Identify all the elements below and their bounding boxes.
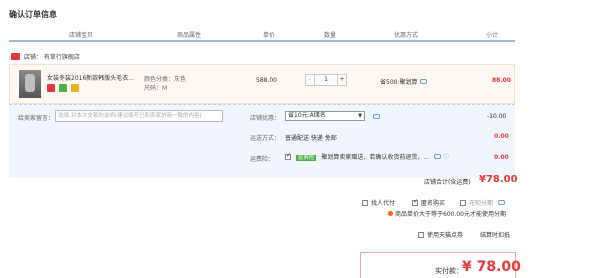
col-header-price: 单价 xyxy=(263,32,276,39)
badge-icon xyxy=(70,84,79,92)
anonymous-checkbox[interactable] xyxy=(412,198,418,206)
option-installment[interactable]: 花呗分期 xyxy=(460,198,505,207)
product-thumbnail[interactable] xyxy=(19,70,41,98)
chevron-down-icon: ▼ xyxy=(358,113,362,119)
installment-label: 花呗分期 xyxy=(469,200,494,207)
chat-icon[interactable] xyxy=(434,154,442,159)
tmall-points-checkbox[interactable] xyxy=(418,232,424,238)
col-header-subtotal: 小计 xyxy=(486,32,499,39)
option-anonymous[interactable]: 匿名购买 xyxy=(412,198,445,207)
table-header: 店铺宝贝 商品属性 单价 数量 优惠方式 小计 xyxy=(9,26,515,42)
insurance-row: 运费险 聚划算卖家赠送，若确认收货前退货，... ⓘ xyxy=(285,152,449,161)
shop-total-label: 店铺合计(含运费) xyxy=(424,179,471,186)
proxy-pay-checkbox[interactable] xyxy=(362,200,368,206)
coupon-select[interactable]: 省10元:A储名 ▼ xyxy=(285,111,365,121)
option-proxy-pay[interactable]: 找人代付 xyxy=(362,198,395,207)
badge-icon xyxy=(58,84,67,92)
shop-total-value: ¥78.00 xyxy=(479,174,518,185)
final-payment-value: ¥ 78.00 xyxy=(462,259,521,275)
chat-icon[interactable] xyxy=(420,79,428,84)
col-header-promotion: 优惠方式 xyxy=(394,32,419,39)
product-name[interactable]: 女装冬装2016新款韩版头毛衣... xyxy=(47,73,137,82)
item-row xyxy=(9,64,515,104)
chat-icon[interactable] xyxy=(497,200,505,205)
badge-icon xyxy=(47,84,55,92)
item-subtotal: 88.00 xyxy=(492,77,511,84)
tmall-points-label: 使用天猫点券 xyxy=(427,232,464,239)
message-input[interactable]: 选填:对本次交易的说明(建议填写已和卖家协商一致的内容) xyxy=(55,110,223,122)
col-header-attributes: 商品属性 xyxy=(177,32,202,39)
quantity-stepper: -1 + xyxy=(305,74,347,86)
shipping-method: 普通配送 快递 免邮 xyxy=(285,135,337,142)
coupon-amount: -10.00 xyxy=(487,113,507,120)
product-size: 尺码：M xyxy=(144,85,168,92)
shop-line: 店铺： 有草行旗舰店 xyxy=(11,52,80,61)
warning-text: 商品单价大于等于600.00元才能使用分期 xyxy=(395,211,506,218)
installment-warning: 商品单价大于等于600.00元才能使用分期 xyxy=(388,209,506,218)
page-title: 确认订单信息 xyxy=(9,10,57,19)
split-settlement: 结算时扣抵 xyxy=(480,232,511,239)
product-color: 颜色分类：灰色 xyxy=(144,76,187,83)
item-promotion-text: 省500:聚划算 xyxy=(380,79,418,86)
shipping-label: 运送方式： xyxy=(250,135,281,142)
qty-minus-button[interactable]: - xyxy=(305,74,315,86)
unit-price: 588.00 xyxy=(256,77,277,84)
insurance-amount: 0.00 xyxy=(494,154,509,161)
warning-icon xyxy=(388,211,393,216)
shop-icon xyxy=(11,53,20,60)
option-tmall-points[interactable]: 使用天猫点券 xyxy=(418,230,463,239)
insurance-tag: 运费险 xyxy=(295,155,317,161)
chat-icon[interactable] xyxy=(373,114,380,119)
coupon-select-value: 省10元:A储名 xyxy=(288,112,326,119)
installment-checkbox[interactable] xyxy=(460,200,466,206)
coupon-label: 店铺优惠： xyxy=(250,115,281,122)
col-header-items: 店铺宝贝 xyxy=(69,32,94,39)
final-payment-label: 实付款： xyxy=(435,267,463,275)
insurance-checkbox[interactable] xyxy=(285,152,291,160)
shop-name[interactable]: 有草行旗舰店 xyxy=(44,54,80,61)
insurance-label: 运费险： xyxy=(250,156,275,163)
anonymous-label: 匿名购买 xyxy=(421,200,446,207)
insurance-text: 聚划算卖家赠送，若确认收货前退货，... xyxy=(321,154,430,161)
qty-plus-button[interactable]: + xyxy=(337,74,347,86)
message-label: 给卖家留言： xyxy=(18,115,55,122)
help-icon[interactable]: ⓘ xyxy=(443,154,449,161)
shop-label: 店铺： xyxy=(23,54,42,61)
proxy-pay-label: 找人代付 xyxy=(371,200,396,207)
col-header-quantity: 数量 xyxy=(324,32,337,39)
product-badges xyxy=(47,84,81,94)
shipping-amount: 0.00 xyxy=(494,133,509,140)
item-promotion: 省500:聚划算 xyxy=(380,77,428,86)
quantity-input[interactable]: 1 xyxy=(315,74,337,86)
